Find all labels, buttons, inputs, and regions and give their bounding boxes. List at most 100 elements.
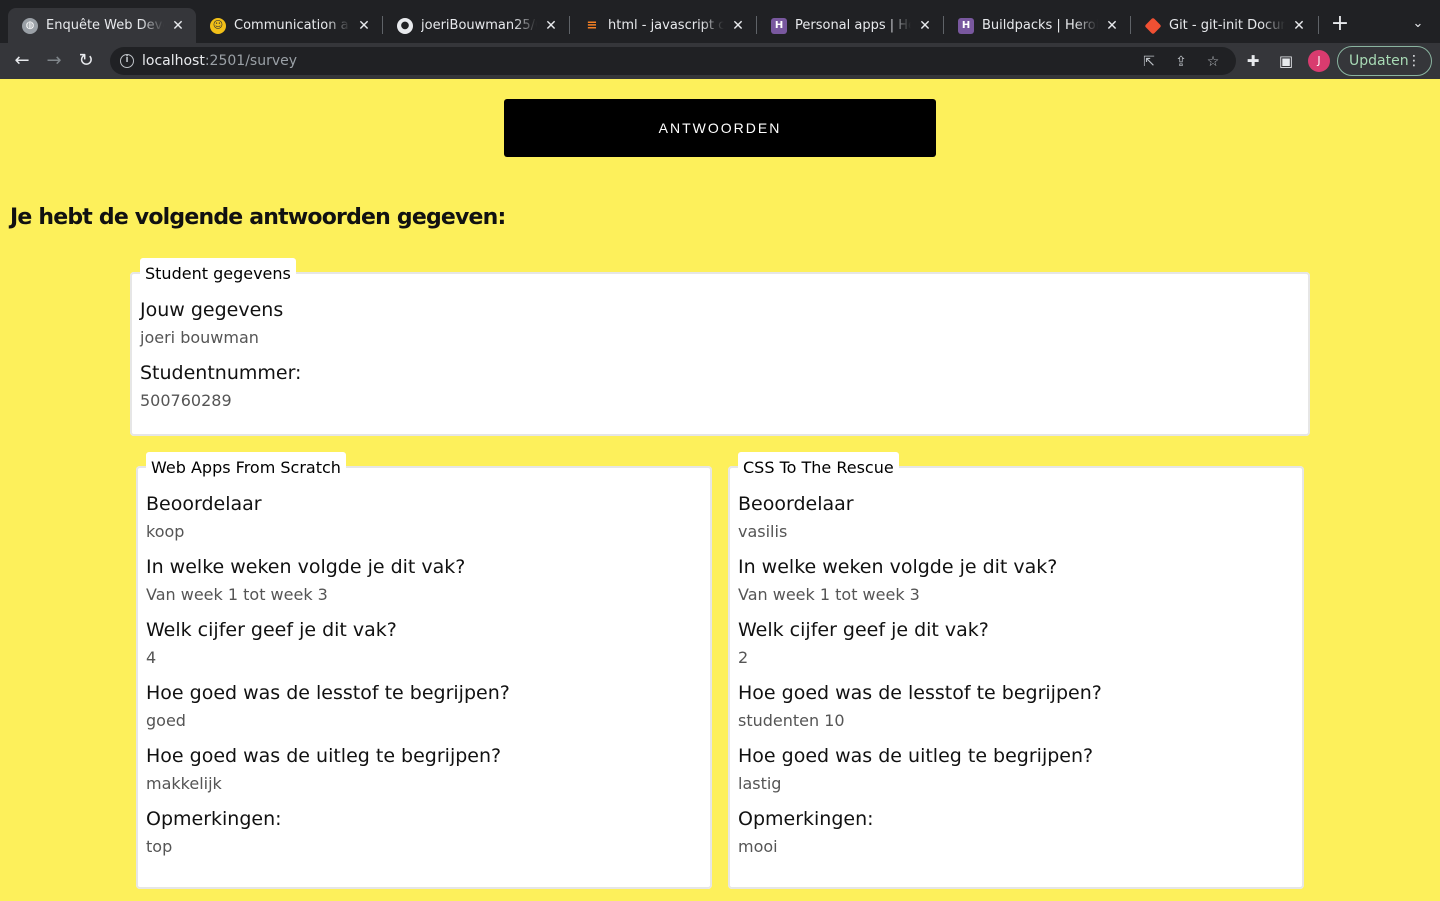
answer-value: lastig xyxy=(738,774,782,793)
avatar[interactable]: J xyxy=(1308,50,1330,72)
update-button[interactable]: Updaten ⋮ xyxy=(1337,46,1432,76)
forward-icon[interactable]: → xyxy=(42,49,66,73)
answer-value: Van week 1 tot week 3 xyxy=(146,585,328,604)
question-label: Opmerkingen: xyxy=(146,808,282,830)
question-label: Hoe goed was de uitleg te begrijpen? xyxy=(146,745,502,767)
page-heading: Je hebt de volgende antwoorden gegeven: xyxy=(10,205,506,230)
course-card-web-apps: Web Apps From Scratch Beoordelaar koop In… xyxy=(136,452,712,889)
question-label: Opmerkingen: xyxy=(738,808,874,830)
card-body: Beoordelaar koop In welke weken volgde je… xyxy=(146,492,510,870)
github-icon: ● xyxy=(397,17,413,34)
question-label: Welk cijfer geef je dit vak? xyxy=(146,619,397,641)
question-label: Welk cijfer geef je dit vak? xyxy=(738,619,989,641)
close-icon[interactable]: ✕ xyxy=(917,18,933,34)
answer-value: studenten 10 xyxy=(738,711,845,730)
tab-stackoverflow[interactable]: ≡ html - javascript close ✕ xyxy=(570,8,756,43)
close-icon[interactable]: ✕ xyxy=(356,18,372,34)
answer-value: 2 xyxy=(738,648,749,667)
card-legend: Web Apps From Scratch xyxy=(146,452,346,482)
heroku-icon: H xyxy=(958,17,974,34)
update-label: Updaten xyxy=(1349,53,1409,69)
answer-item: Beoordelaar koop xyxy=(146,492,510,542)
question-label: Beoordelaar xyxy=(146,493,262,515)
tab-title: Personal apps | Heroku xyxy=(795,18,911,33)
tab-strip: ◍ Enquête Web Developm ✕ ☺ Communication… xyxy=(0,0,1440,43)
side-panel-icon[interactable]: ▣ xyxy=(1276,51,1296,71)
close-icon[interactable]: ✕ xyxy=(170,18,186,34)
card-body: Jouw gegevens joeri bouwman Studentnumme… xyxy=(140,298,301,424)
answer-value: vasilis xyxy=(738,522,788,541)
answer-item: Hoe goed was de uitleg te begrijpen? last… xyxy=(738,744,1102,794)
question-label: Hoe goed was de uitleg te begrijpen? xyxy=(738,745,1094,767)
answer-item: Welk cijfer geef je dit vak? 4 xyxy=(146,618,510,668)
more-icon[interactable]: ⋮ xyxy=(1407,47,1421,75)
tab-title: Enquête Web Developm xyxy=(46,18,164,33)
close-icon[interactable]: ✕ xyxy=(543,18,559,34)
question-label: Beoordelaar xyxy=(738,493,854,515)
answer-item: In welke weken volgde je dit vak? Van wee… xyxy=(738,555,1102,605)
tab-title: joeriBouwman25/CMD xyxy=(421,18,537,33)
tab-title: Git - git-init Documen xyxy=(1169,18,1285,33)
tab-heroku-buildpacks[interactable]: H Buildpacks | Heroku D ✕ xyxy=(944,8,1130,43)
answer-value: 500760289 xyxy=(140,391,232,410)
tab-communication[interactable]: ☺ Communication and M ✕ xyxy=(196,8,382,43)
student-card: Student gegevens Jouw gegevens joeri bou… xyxy=(130,258,1310,436)
extensions-icon[interactable]: ✚ xyxy=(1243,51,1263,71)
app-icon: ☺ xyxy=(210,17,226,34)
card-body: Beoordelaar vasilis In welke weken volgde… xyxy=(738,492,1102,870)
tab-survey[interactable]: ◍ Enquête Web Developm ✕ xyxy=(8,8,196,43)
stackoverflow-icon: ≡ xyxy=(586,18,598,33)
answer-value: koop xyxy=(146,522,185,541)
tab-heroku-apps[interactable]: H Personal apps | Heroku ✕ xyxy=(757,8,943,43)
answer-item: Jouw gegevens joeri bouwman xyxy=(140,298,301,348)
answer-value: goed xyxy=(146,711,186,730)
answer-item: Opmerkingen: top xyxy=(146,807,510,857)
answer-value: mooi xyxy=(738,837,778,856)
new-tab-button[interactable]: + xyxy=(1328,12,1352,36)
back-icon[interactable]: ← xyxy=(10,49,34,73)
answer-item: Opmerkingen: mooi xyxy=(738,807,1102,857)
answer-value: top xyxy=(146,837,173,856)
answer-item: Hoe goed was de lesstof te begrijpen? goe… xyxy=(146,681,510,731)
info-icon[interactable]: i xyxy=(120,54,134,68)
tab-divider xyxy=(1318,16,1319,34)
answer-value: makkelijk xyxy=(146,774,222,793)
answer-item: Hoe goed was de lesstof te begrijpen? stu… xyxy=(738,681,1102,731)
question-label: Hoe goed was de lesstof te begrijpen? xyxy=(146,682,510,704)
course-card-css-rescue: CSS To The Rescue Beoordelaar vasilis In … xyxy=(728,452,1304,889)
answer-item: Welk cijfer geef je dit vak? 2 xyxy=(738,618,1102,668)
tab-title: Communication and M xyxy=(234,18,350,33)
question-label: Jouw gegevens xyxy=(140,299,284,321)
card-legend: Student gegevens xyxy=(140,258,296,288)
answer-value: Van week 1 tot week 3 xyxy=(738,585,920,604)
tab-title: html - javascript close xyxy=(608,18,724,33)
share-icon[interactable]: ⇪ xyxy=(1172,53,1190,71)
answer-value: 4 xyxy=(146,648,157,667)
url-text: localhost:2501/survey xyxy=(142,53,298,69)
tab-title: Buildpacks | Heroku D xyxy=(982,18,1098,33)
tab-git-init[interactable]: Git - git-init Documen ✕ xyxy=(1131,8,1317,43)
antwoorden-button[interactable]: ANTWOORDEN xyxy=(504,99,936,157)
answer-item: Hoe goed was de uitleg te begrijpen? makk… xyxy=(146,744,510,794)
close-icon[interactable]: ✕ xyxy=(1104,18,1120,34)
answer-item: Studentnummer: 500760289 xyxy=(140,361,301,411)
answer-item: Beoordelaar vasilis xyxy=(738,492,1102,542)
answer-item: In welke weken volgde je dit vak? Van wee… xyxy=(146,555,510,605)
open-external-icon[interactable]: ⇱ xyxy=(1140,53,1158,71)
reload-icon[interactable]: ↻ xyxy=(74,49,98,73)
close-icon[interactable]: ✕ xyxy=(730,18,746,34)
git-icon xyxy=(1144,17,1162,34)
address-bar[interactable]: i localhost:2501/survey ⇱ ⇪ ☆ xyxy=(110,47,1236,75)
question-label: In welke weken volgde je dit vak? xyxy=(146,556,466,578)
question-label: In welke weken volgde je dit vak? xyxy=(738,556,1058,578)
chevron-down-icon[interactable]: ⌄ xyxy=(1406,12,1430,36)
answer-value: joeri bouwman xyxy=(140,328,259,347)
heroku-icon: H xyxy=(771,17,787,34)
bookmark-star-icon[interactable]: ☆ xyxy=(1204,53,1222,71)
card-legend: CSS To The Rescue xyxy=(738,452,899,482)
question-label: Studentnummer: xyxy=(140,362,302,384)
close-icon[interactable]: ✕ xyxy=(1291,18,1307,34)
question-label: Hoe goed was de lesstof te begrijpen? xyxy=(738,682,1102,704)
browser-toolbar: ← → ↻ i localhost:2501/survey ⇱ ⇪ ☆ ✚ ▣ … xyxy=(0,43,1440,79)
tab-github[interactable]: ● joeriBouwman25/CMD ✕ xyxy=(383,8,569,43)
